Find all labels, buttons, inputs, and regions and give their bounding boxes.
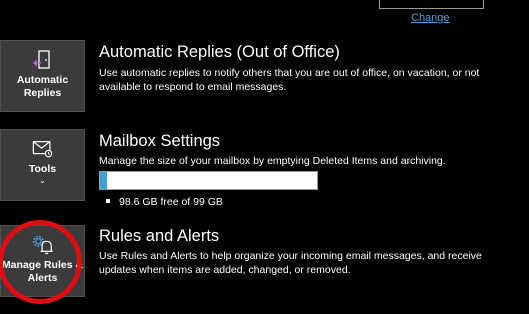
envelope-tools-icon — [32, 138, 54, 160]
mailbox-quota: 98.6 GB free of 99 GB — [106, 196, 223, 208]
mailbox-settings-description: Manage the size of your mailbox by empty… — [99, 155, 446, 167]
tools-label: Tools — [28, 163, 57, 175]
tools-button[interactable]: Tools ⌄ — [0, 129, 85, 201]
automatic-replies-description: Use automatic replies to notify others t… — [99, 67, 480, 93]
mailbox-usage-fill — [100, 172, 107, 189]
chevron-down-icon: ⌄ — [39, 176, 46, 185]
quota-bullet — [106, 199, 110, 204]
automatic-replies-button[interactable]: Automatic Replies — [0, 40, 85, 112]
mailbox-settings-title: Mailbox Settings — [99, 132, 221, 150]
door-arrow-icon — [32, 49, 54, 71]
rules-alerts-description: Use Rules and Alerts to help organize yo… — [99, 250, 482, 276]
rules-alerts-title: Rules and Alerts — [99, 227, 220, 245]
mailbox-usage-bar — [99, 171, 318, 190]
quota-text: 98.6 GB free of 99 GB — [119, 196, 223, 208]
change-link[interactable]: Change — [411, 12, 450, 24]
top-field-frame — [379, 0, 484, 9]
manage-rules-alerts-button[interactable]: Manage Rules & Alerts — [0, 225, 85, 297]
automatic-replies-title: Automatic Replies (Out of Office) — [99, 43, 340, 61]
automatic-replies-label: Automatic Replies — [16, 74, 69, 99]
gear-bell-icon — [32, 234, 54, 256]
manage-rules-alerts-label: Manage Rules & Alerts — [1, 259, 84, 284]
